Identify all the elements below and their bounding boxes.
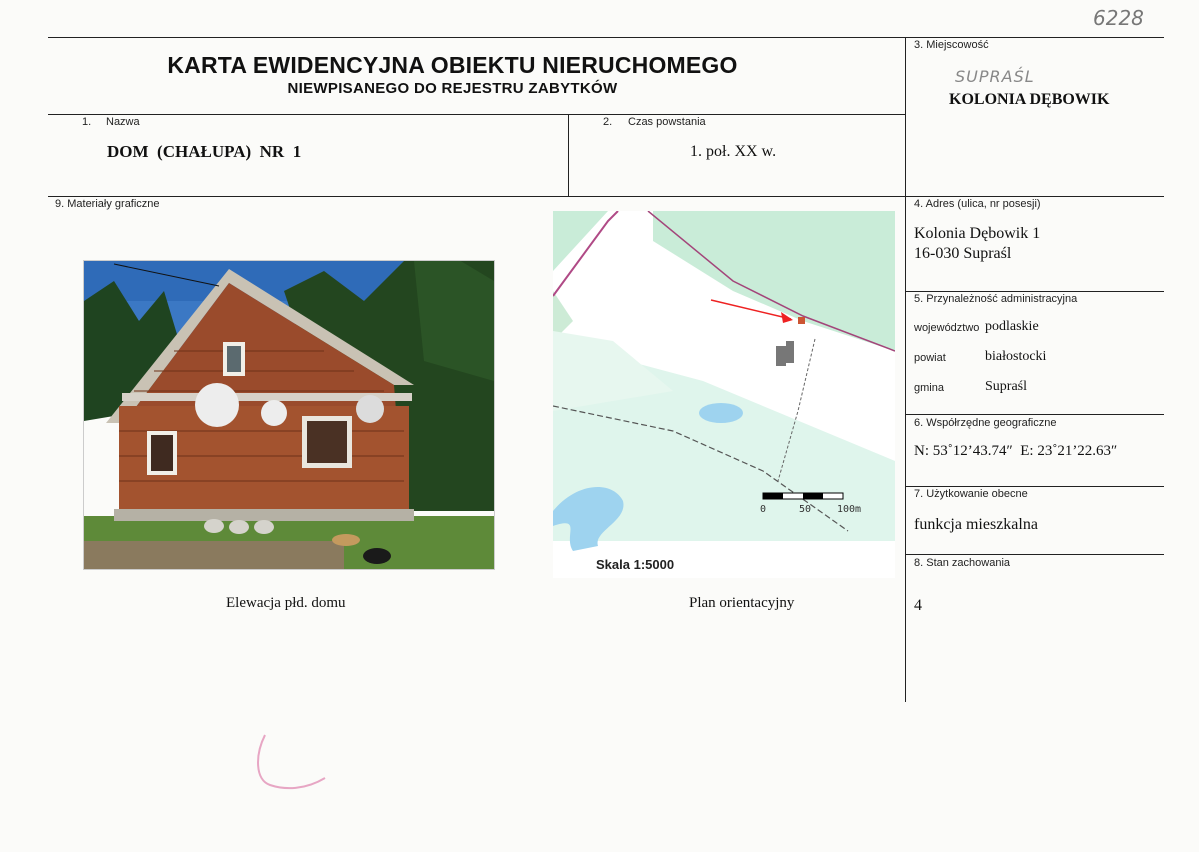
scale-tick-50: 50 [799,504,811,515]
house-photo [83,260,495,570]
coords-bottom-line [905,486,1164,487]
usage-value: funkcja mieszkalna [914,516,1038,533]
frame-top-line [48,37,1164,38]
map-scale-label: Skala 1:5000 [596,557,675,572]
admin-bottom-line [905,414,1164,415]
card-title: KARTA EWIDENCYJNA OBIEKTU NIERUCHOMEGO [167,52,738,78]
condition-value: 4 [914,597,922,614]
usage-bottom-line [905,554,1164,555]
address-label: 4. Adres (ulica, nr posesji) [914,198,1041,210]
pen-mark [257,734,326,790]
time-label: Czas powstania [628,116,706,128]
row2-bottom-line [48,196,1164,197]
condition-label: 8. Stan zachowania [914,557,1011,569]
voivodeship-value: podlaskie [985,319,1039,334]
admin-label: 5. Przynależność administracyjna [914,293,1078,305]
card-subtitle: NIEWPISANEGO DO REJESTRU ZABYTKÓW [287,80,618,97]
time-number: 2. [603,116,613,128]
name-label: Nazwa [106,116,140,128]
name-number: 1. [82,116,92,128]
photo-caption: Elewacja płd. domu [226,595,346,611]
coords-value: N: 53˚12’43.74″ E: 23˚21’22.63″ [914,443,1118,459]
scale-tick-100: 100m [837,504,861,515]
catalog-number: 6228 [1093,6,1144,30]
address-line1: Kolonia Dębowik 1 [914,225,1041,242]
commune-label: gmina [914,382,944,394]
usage-label: 7. Użytkowanie obecne [914,488,1028,500]
voivodeship-label: województwo [914,322,980,334]
time-value: 1. poł. XX w. [690,143,777,160]
county-label: powiat [914,352,946,364]
commune-value: Supraśl [985,379,1027,394]
coords-label: 6. Współrzędne geograficzne [914,417,1057,429]
locality-label: 3. Miejscowość [914,39,989,51]
address-line2: 16-030 Supraśl [914,245,1012,262]
header-bottom-line [48,114,905,115]
name-time-divider [568,114,569,196]
frame-right-divider [905,37,906,702]
name-value: DOM (CHAŁUPA) NR 1 [107,142,302,161]
address-bottom-line [905,291,1164,292]
graphics-label: 9. Materiały graficzne [55,198,160,210]
map-caption: Plan orientacyjny [689,595,795,611]
locality-value: KOLONIA DĘBOWIK [949,91,1110,108]
county-value: białostocki [985,349,1047,364]
orientation-map: 0 50 100m Skala 1:5000 [553,211,895,578]
scale-tick-0: 0 [760,504,766,515]
locality-handwritten: SUPRAŚL [955,67,1035,86]
